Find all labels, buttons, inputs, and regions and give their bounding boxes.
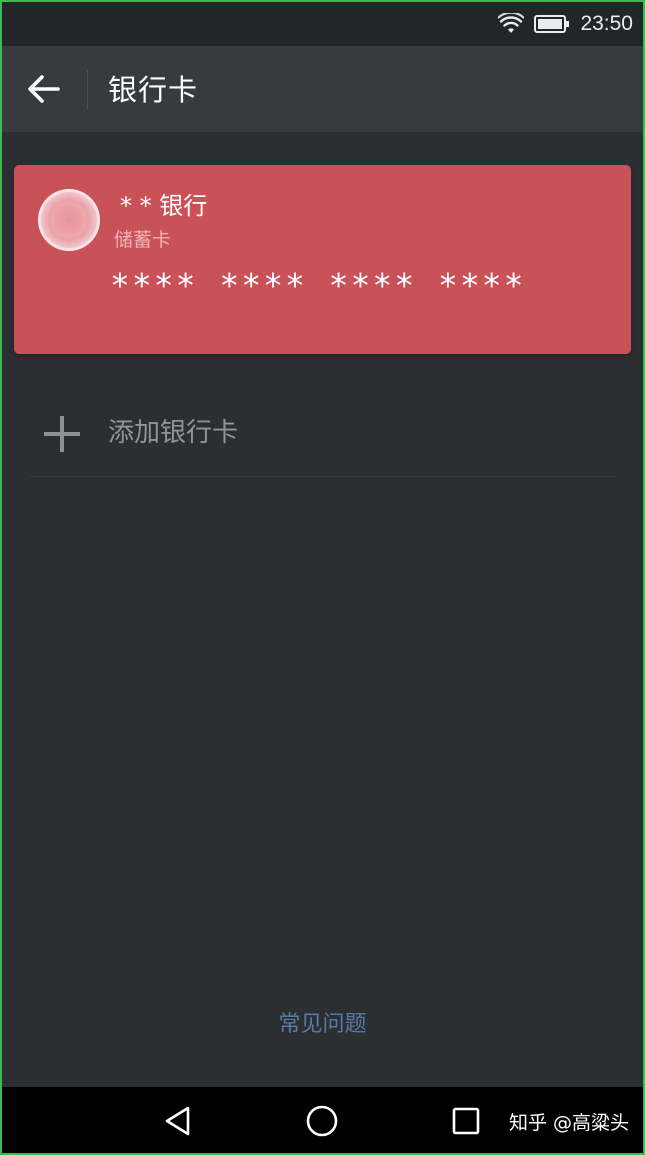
home-circle-icon	[306, 1105, 338, 1137]
status-bar: 23:50	[0, 0, 645, 46]
card-type: 储蓄卡	[114, 229, 172, 251]
back-button[interactable]	[22, 68, 64, 110]
nav-recents-button[interactable]	[446, 1101, 486, 1141]
app-bar: 银行卡	[0, 46, 645, 132]
watermark: 知乎 @高粱头	[508, 1112, 629, 1134]
arrow-left-icon	[28, 75, 60, 103]
recents-square-icon	[452, 1107, 480, 1135]
card-number: **** **** **** ****	[110, 266, 526, 305]
add-bank-card-button[interactable]: 添加银行卡	[30, 398, 615, 477]
add-card-label: 添加银行卡	[108, 418, 239, 448]
status-right: 23:50	[498, 8, 633, 40]
wifi-icon	[498, 13, 525, 35]
battery-icon	[534, 14, 570, 34]
bank-logo-icon	[38, 189, 100, 251]
bank-card[interactable]: * * 银行 储蓄卡 **** **** **** ****	[14, 165, 631, 354]
app-bar-divider	[87, 70, 88, 110]
plus-icon	[44, 416, 80, 452]
nav-back-button[interactable]	[158, 1101, 198, 1141]
nav-home-button[interactable]	[302, 1101, 342, 1141]
navigation-bar: 知乎 @高粱头	[0, 1087, 645, 1155]
page-title: 银行卡	[108, 73, 199, 107]
bank-logo-inner	[52, 203, 86, 237]
bank-name: * * 银行	[120, 192, 208, 220]
status-time: 23:50	[580, 12, 633, 35]
faq-link[interactable]: 常见问题	[0, 1008, 645, 1042]
back-triangle-icon	[165, 1106, 190, 1136]
